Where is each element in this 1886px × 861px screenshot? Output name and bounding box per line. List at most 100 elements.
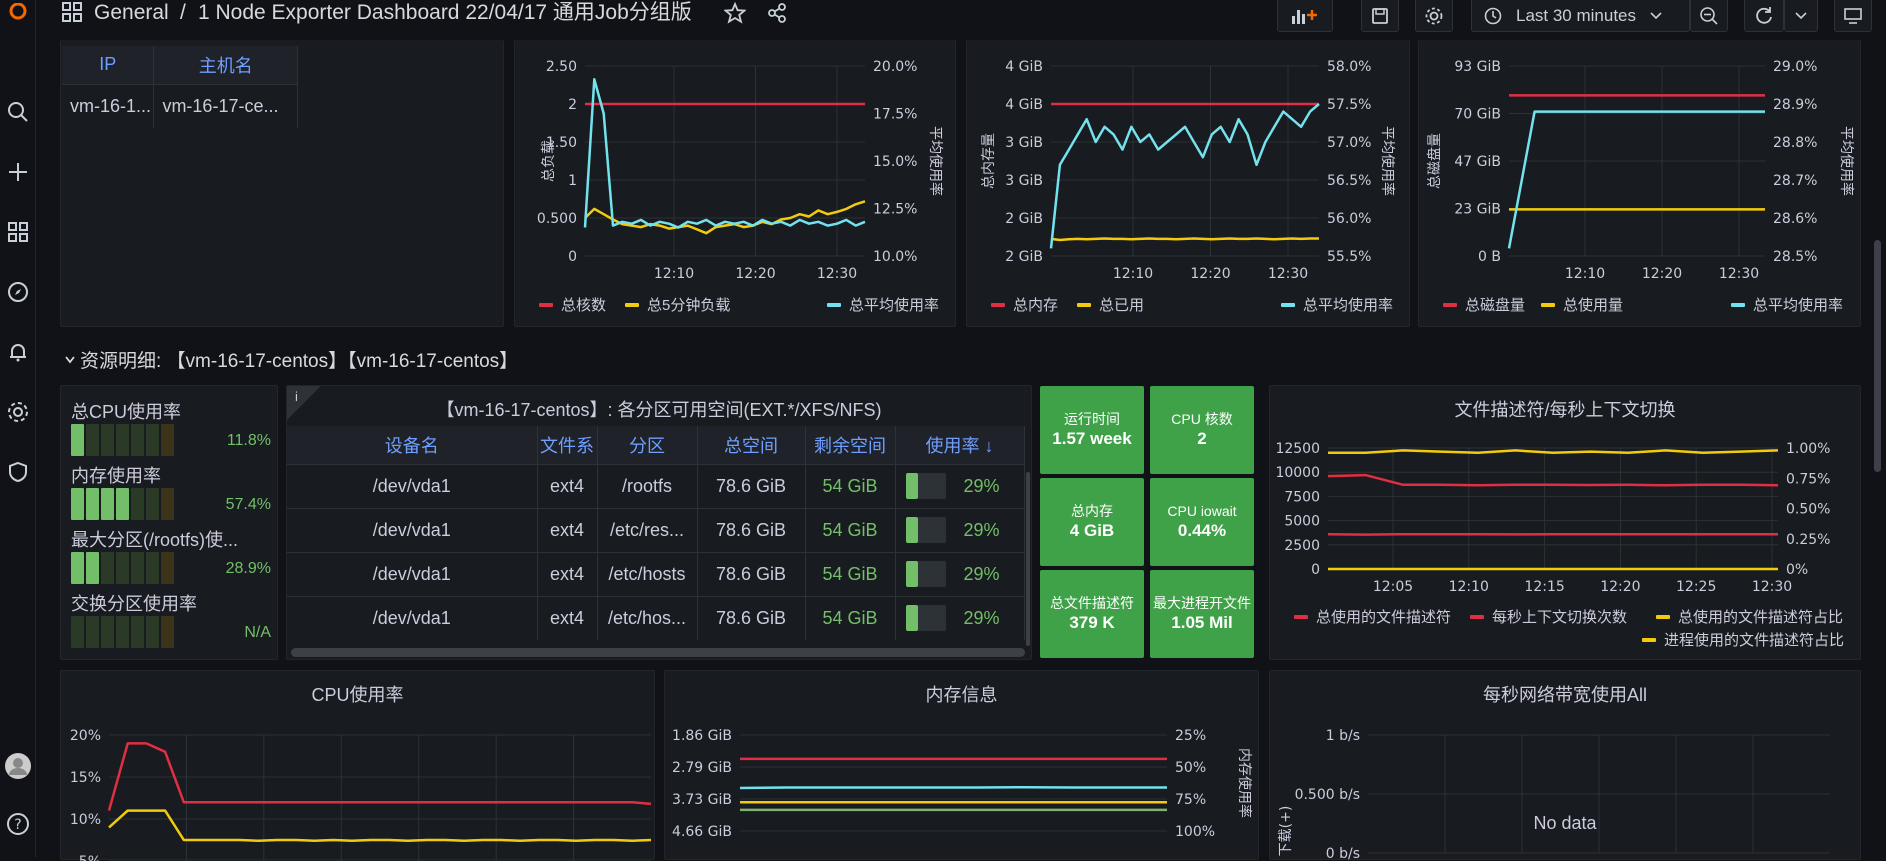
column-header[interactable]: 使用率 ↓ — [895, 426, 1024, 464]
cell-size[interactable]: 78.6 GiB — [697, 552, 805, 596]
apps-grid-icon[interactable] — [62, 2, 82, 27]
help-icon[interactable]: ? — [0, 810, 36, 838]
cell-fs[interactable]: ext4 — [537, 596, 597, 640]
legend-item[interactable]: 总核数 — [539, 294, 606, 315]
table-row[interactable]: /dev/vda1ext4/etc/hos...78.6 GiB54 GiB29… — [287, 596, 1024, 640]
cell-avail[interactable]: 54 GiB — [805, 508, 895, 552]
stat-value: 4 GiB — [1070, 520, 1114, 542]
stat-tile[interactable]: 运行时间1.57 week — [1040, 386, 1144, 474]
save-dashboard-button[interactable] — [1361, 0, 1399, 32]
column-header[interactable]: 总空间 — [697, 426, 805, 464]
cell-avail[interactable]: 54 GiB — [805, 552, 895, 596]
cell-avail[interactable]: 54 GiB — [805, 596, 895, 640]
cpu-usage-chart[interactable]: 5%10%15%20% — [61, 671, 656, 861]
cell-dev[interactable]: /dev/vda1 — [287, 552, 537, 596]
cell-size[interactable]: 78.6 GiB — [697, 508, 805, 552]
svg-text:?: ? — [14, 817, 21, 833]
cell-fs[interactable]: ext4 — [537, 508, 597, 552]
search-icon[interactable] — [0, 98, 36, 126]
memory-chart[interactable]: 2 GiB2 GiB3 GiB3 GiB4 GiB4 GiB55.5%56.0%… — [967, 40, 1411, 327]
cell-usage[interactable]: 29% — [895, 508, 1024, 552]
cell-dev[interactable]: /dev/vda1 — [287, 596, 537, 640]
cell-hostname[interactable]: vm-16-17-ce... — [154, 84, 298, 128]
add-panel-button[interactable] — [1277, 0, 1333, 32]
y2-tick-label: 10.0% — [873, 249, 917, 265]
column-header[interactable]: 分区 — [597, 426, 697, 464]
legend-item[interactable]: 总使用量 — [1541, 294, 1623, 315]
cell-size[interactable]: 78.6 GiB — [697, 596, 805, 640]
legend-item[interactable]: 总平均使用率 — [1731, 294, 1843, 315]
table-row[interactable]: /dev/vda1ext4/etc/res...78.6 GiB54 GiB29… — [287, 508, 1024, 552]
zoom-out-button[interactable] — [1690, 0, 1728, 32]
cell-size[interactable]: 78.6 GiB — [697, 464, 805, 508]
memory-info-chart[interactable]: 4.66 GiB3.73 GiB2.79 GiB1.86 GiB100%75%5… — [665, 671, 1260, 861]
grafana-logo-icon[interactable] — [0, 0, 36, 28]
column-header[interactable]: 设备名 — [287, 426, 537, 464]
breadcrumb-folder[interactable]: General — [94, 0, 169, 26]
legend-item[interactable]: 总内存 — [991, 294, 1058, 315]
stat-tile[interactable]: CPU 核数2 — [1150, 386, 1254, 474]
legend-item[interactable]: 总平均使用率 — [1281, 294, 1393, 315]
column-header[interactable]: 剩余空间 — [805, 426, 895, 464]
compass-icon[interactable] — [0, 278, 36, 306]
plus-icon[interactable] — [0, 158, 36, 186]
legend-item[interactable]: 进程使用的文件描述符占比 — [1642, 629, 1844, 650]
bell-icon[interactable] — [0, 338, 36, 366]
share-icon[interactable] — [766, 2, 788, 29]
tv-mode-button[interactable] — [1834, 0, 1872, 32]
legend-item[interactable]: 总使用的文件描述符 — [1294, 606, 1451, 627]
time-range-picker[interactable]: Last 30 minutes — [1471, 0, 1690, 32]
stat-value: 1.05 Mil — [1171, 612, 1232, 634]
column-header-hostname[interactable]: 主机名 — [154, 46, 298, 84]
load-chart[interactable]: 00.50011.5022.5010.0%12.5%15.0%17.5%20.0… — [515, 40, 957, 327]
stat-tile[interactable]: 总文件描述符379 K — [1040, 570, 1144, 658]
dashboards-icon[interactable] — [0, 218, 36, 246]
dashboard-title[interactable]: 1 Node Exporter Dashboard 22/04/17 通用Job… — [198, 0, 692, 26]
column-header-ip[interactable]: IP — [62, 46, 154, 84]
disk-chart[interactable]: 0 B23 GiB47 GiB70 GiB93 GiB28.5%28.6%28.… — [1419, 40, 1862, 327]
cell-usage[interactable]: 29% — [895, 596, 1024, 640]
shield-icon[interactable] — [0, 458, 36, 486]
x-tick-label: 12:20 — [735, 266, 775, 282]
x-tick-label: 12:10 — [1565, 266, 1605, 282]
gauge-segment — [161, 552, 174, 584]
page-scrollbar[interactable] — [1874, 240, 1881, 472]
cell-avail[interactable]: 54 GiB — [805, 464, 895, 508]
row-header[interactable]: 资源明细: 【vm-16-17-centos】【vm-16-17-centos】 — [64, 346, 518, 373]
y-tick-label: 70 GiB — [1454, 107, 1501, 123]
cell-mount[interactable]: /etc/hos... — [597, 596, 697, 640]
cell-usage[interactable]: 29% — [895, 464, 1024, 508]
column-header[interactable]: 文件系 — [537, 426, 597, 464]
cell-dev[interactable]: /dev/vda1 — [287, 508, 537, 552]
cell-mount[interactable]: /etc/hosts — [597, 552, 697, 596]
table-row[interactable]: vm-16-1... vm-16-17-ce... — [62, 84, 298, 128]
star-icon[interactable] — [724, 2, 746, 29]
legend-item[interactable]: 总平均使用率 — [827, 294, 939, 315]
table-row[interactable]: /dev/vda1ext4/rootfs78.6 GiB54 GiB29% — [287, 464, 1024, 508]
stat-tile[interactable]: CPU iowait0.44% — [1150, 478, 1254, 566]
cell-fs[interactable]: ext4 — [537, 464, 597, 508]
horizontal-scrollbar[interactable] — [291, 648, 1025, 657]
legend-item[interactable]: 总磁盘量 — [1443, 294, 1525, 315]
cell-dev[interactable]: /dev/vda1 — [287, 464, 537, 508]
refresh-interval-dropdown[interactable] — [1784, 0, 1818, 32]
legend-item[interactable]: 总使用的文件描述符占比 — [1656, 606, 1843, 627]
cell-mount[interactable]: /etc/res... — [597, 508, 697, 552]
cell-ip[interactable]: vm-16-1... — [62, 84, 154, 128]
legend-item[interactable]: 总已用 — [1077, 294, 1144, 315]
legend-item[interactable]: 每秒上下文切换次数 — [1470, 606, 1627, 627]
cell-usage[interactable]: 29% — [895, 552, 1024, 596]
cell-mount[interactable]: /rootfs — [597, 464, 697, 508]
legend-label: 总磁盘量 — [1465, 294, 1525, 315]
stat-tile[interactable]: 最大进程开文件1.05 Mil — [1150, 570, 1254, 658]
dashboard-settings-button[interactable] — [1415, 0, 1453, 32]
refresh-button[interactable] — [1744, 0, 1784, 32]
avatar[interactable] — [0, 752, 36, 780]
gear-icon[interactable] — [0, 398, 36, 426]
cell-fs[interactable]: ext4 — [537, 552, 597, 596]
legend-item[interactable]: 总5分钟负载 — [625, 294, 730, 315]
stat-tile[interactable]: 总内存4 GiB — [1040, 478, 1144, 566]
vertical-scrollbar[interactable] — [1026, 472, 1030, 646]
table-row[interactable]: /dev/vda1ext4/etc/hosts78.6 GiB54 GiB29% — [287, 552, 1024, 596]
gauge-label: 总CPU使用率 — [71, 398, 181, 424]
